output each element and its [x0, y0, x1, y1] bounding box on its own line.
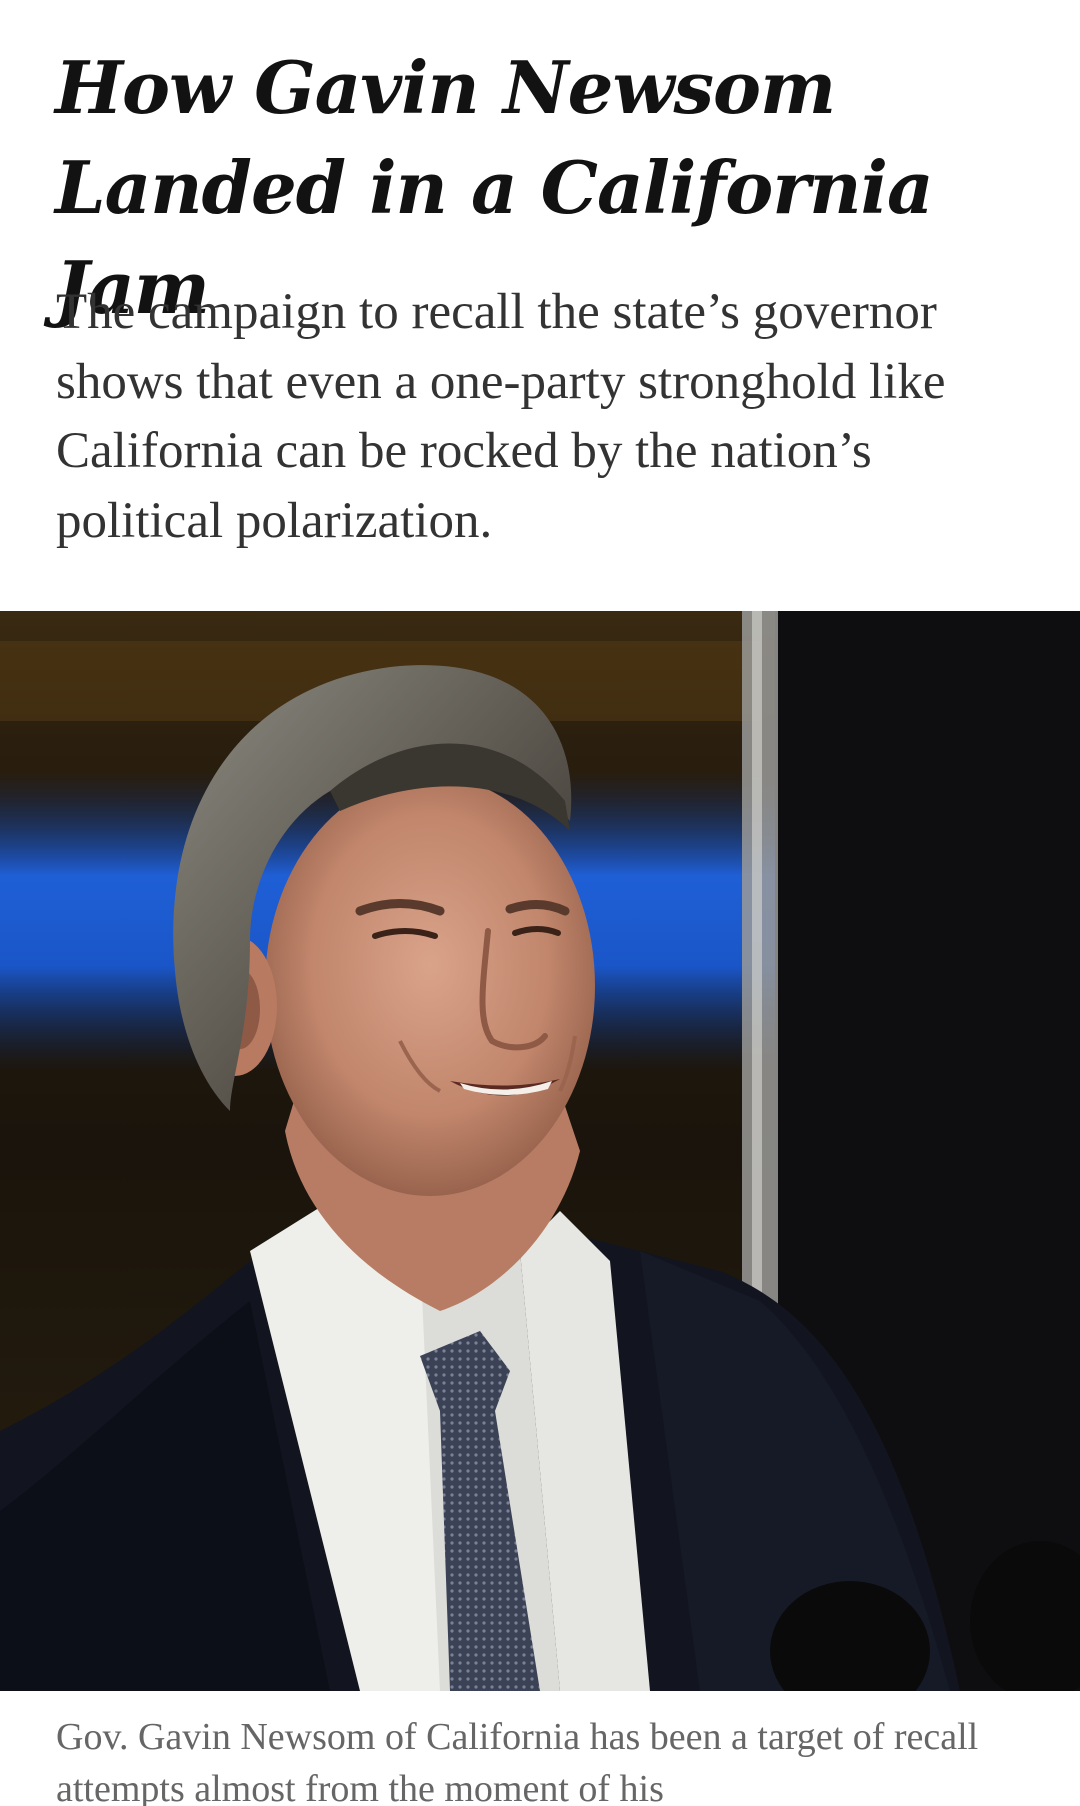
- article-summary: The campaign to recall the state’s gover…: [56, 284, 946, 549]
- photo-caption: Gov. Gavin Newsom of California has been…: [56, 1716, 979, 1806]
- article-photo[interactable]: [0, 611, 1080, 1691]
- headline-line-1: How Gavin Newsom: [55, 45, 836, 130]
- article-page: How Gavin Newsom Landed in a California …: [0, 0, 1080, 1806]
- newsom-photo-illustration: [0, 611, 1080, 1691]
